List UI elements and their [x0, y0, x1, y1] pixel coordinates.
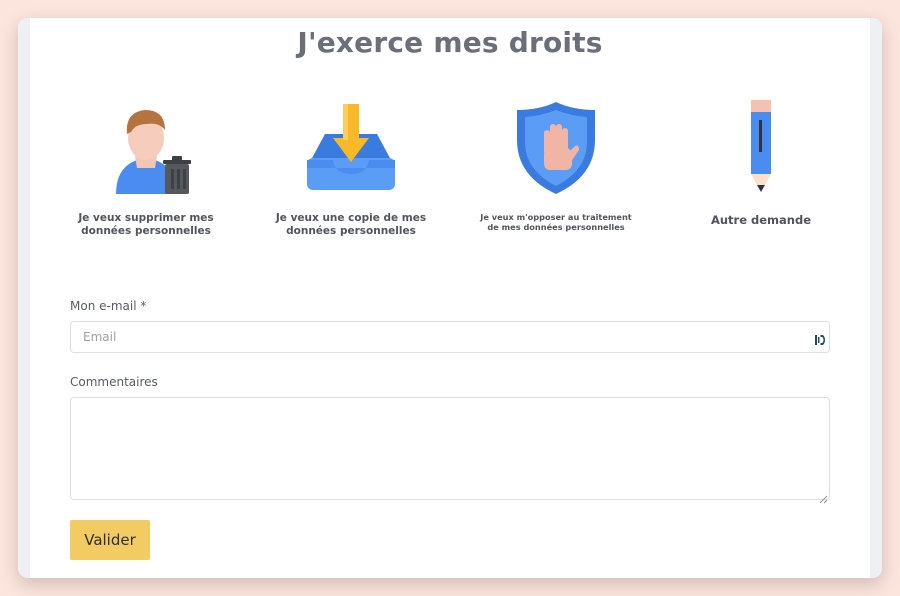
option-copy-data[interactable]: Je veux une copie de mes données personn… [271, 96, 431, 242]
option-label: Je veux m'opposer au traitement de mes d… [480, 212, 632, 232]
resize-handle-icon[interactable] [819, 489, 828, 504]
pencil-icon [741, 96, 781, 204]
email-label: Mon e-mail * [70, 299, 147, 313]
option-other-request[interactable]: Autre demande [681, 96, 841, 242]
submit-button[interactable]: Valider [70, 520, 150, 560]
download-tray-icon [303, 96, 399, 204]
option-delete-data[interactable]: Je veux supprimer mes données personnell… [66, 96, 226, 242]
comments-textarea[interactable] [70, 397, 830, 500]
option-object-processing[interactable]: Je veux m'opposer au traitement de mes d… [476, 96, 636, 242]
stop-shield-icon [511, 96, 601, 204]
rights-request-card: J'exerce mes droits Je veux supprimer me… [18, 18, 882, 578]
option-label: Je veux supprimer mes données personnell… [78, 212, 214, 237]
option-label: Je veux une copie de mes données personn… [275, 212, 427, 237]
password-manager-icon[interactable] [814, 331, 826, 345]
option-label: Autre demande [710, 213, 812, 227]
page-title: J'exerce mes droits [297, 26, 603, 59]
email-input[interactable] [70, 321, 830, 353]
comments-label: Commentaires [70, 375, 158, 389]
delete-user-icon [101, 96, 191, 204]
